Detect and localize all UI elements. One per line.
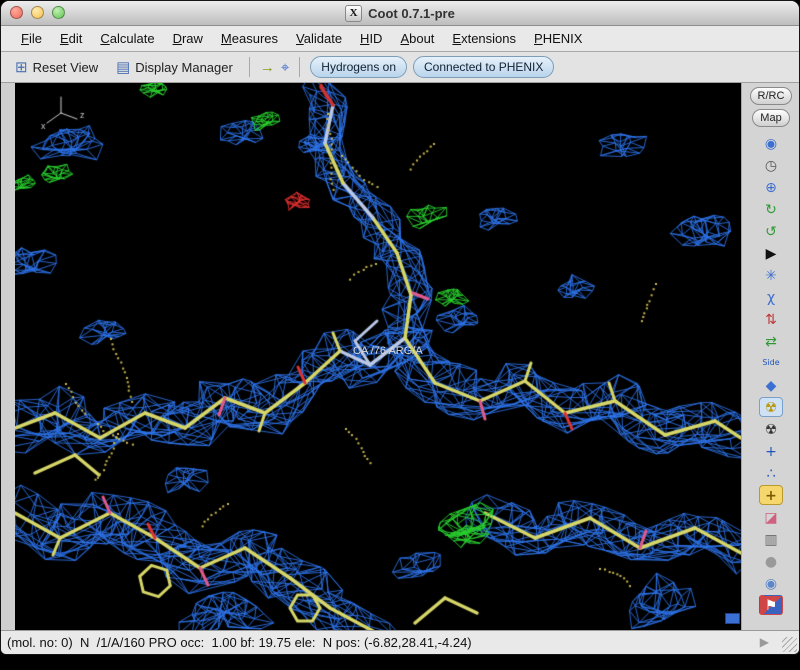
- centre-atom-icon[interactable]: ⊕: [759, 177, 783, 197]
- undo-icon[interactable]: ●: [759, 551, 783, 571]
- menu-about[interactable]: About: [392, 28, 442, 49]
- menu-edit[interactable]: Edit: [52, 28, 90, 49]
- window-controls: [10, 6, 65, 19]
- map-button[interactable]: Map: [752, 109, 790, 127]
- flip-peptide-icon[interactable]: ⇅: [759, 309, 783, 329]
- menu-extensions[interactable]: Extensions: [444, 28, 524, 49]
- view-orient-icon[interactable]: ◉: [759, 133, 783, 153]
- go-to-ligand-icon[interactable]: ⌖: [281, 60, 289, 75]
- menu-validate[interactable]: Validate: [288, 28, 350, 49]
- regularize-zone-icon[interactable]: ☢: [759, 419, 783, 439]
- toolbar-separator: [248, 57, 250, 77]
- run-script-icon[interactable]: ▶: [759, 243, 783, 263]
- screenshot-icon[interactable]: ⚑: [759, 595, 783, 615]
- real-space-refine-icon[interactable]: ☢: [759, 397, 783, 417]
- toolbar-separator-2: [299, 57, 301, 77]
- gl-canvas[interactable]: [15, 83, 741, 631]
- rrc-button[interactable]: R/RC: [749, 87, 793, 105]
- rotate-zone-icon[interactable]: ↻: [759, 199, 783, 219]
- scroll-nub[interactable]: [725, 613, 740, 624]
- phenix-connection-button[interactable]: Connected to PHENIX: [413, 56, 555, 78]
- status-bar: (mol. no: 0) N /1/A/160 PRO occ: 1.00 bf…: [1, 630, 799, 654]
- sphere-refine-icon[interactable]: ◉: [759, 573, 783, 593]
- add-terminal-residue-icon[interactable]: +: [759, 485, 783, 505]
- side-chain-180-icon[interactable]: Side: [759, 353, 783, 373]
- menu-calculate[interactable]: Calculate: [92, 28, 162, 49]
- resize-grip[interactable]: [782, 637, 797, 652]
- titlebar: X Coot 0.7.1-pre: [1, 1, 799, 26]
- display-manager-label: Display Manager: [135, 59, 233, 75]
- display-manager-button[interactable]: ▤ Display Manager: [110, 58, 239, 77]
- clock-timer-icon[interactable]: ◷: [759, 155, 783, 175]
- chi-angle-icon[interactable]: χ: [759, 287, 783, 307]
- status-play-icon[interactable]: ▶: [760, 635, 769, 649]
- close-button[interactable]: [10, 6, 23, 19]
- model-fit-refine-toolbar: ◉ ◷ ⊕ ↻ ↺ ▶ ✳ χ ⇅ ⇄ Side ◆ ☢ ☢ + ∴ + ◪ ▥…: [759, 133, 783, 615]
- menu-phenix[interactable]: PHENIX: [526, 28, 590, 49]
- minimize-button[interactable]: [31, 6, 44, 19]
- x11-icon: X: [345, 4, 363, 22]
- window-title-group: X Coot 0.7.1-pre: [345, 4, 455, 22]
- delete-item-icon[interactable]: ▥: [759, 529, 783, 549]
- menu-hid[interactable]: HID: [352, 28, 390, 49]
- window-title: Coot 0.7.1-pre: [368, 5, 455, 21]
- right-panel: R/RC Map ◉ ◷ ⊕ ↻ ↺ ▶ ✳ χ ⇅ ⇄ Side ◆ ☢ ☢ …: [741, 83, 799, 630]
- eraser-icon[interactable]: ◪: [759, 507, 783, 527]
- rotamer-icon[interactable]: ✳: [759, 265, 783, 285]
- gl-viewport: CA /76 ARG/A: [1, 83, 741, 631]
- hydrogens-toggle-button[interactable]: Hydrogens on: [310, 56, 407, 78]
- display-manager-icon: ▤: [116, 58, 131, 76]
- menu-bar: File Edit Calculate Draw Measures Valida…: [1, 26, 799, 52]
- status-text: (mol. no: 0) N /1/A/160 PRO occ: 1.00 bf…: [7, 635, 472, 650]
- toolbar: ⊞ Reset View ▤ Display Manager → ⌖ Hydro…: [1, 52, 799, 83]
- zoom-button[interactable]: [52, 6, 65, 19]
- torsion-general-icon[interactable]: ↺: [759, 221, 783, 241]
- mutate-residue-icon[interactable]: ◆: [759, 375, 783, 395]
- go-to-atom-icon[interactable]: →: [260, 60, 275, 75]
- reset-view-label: Reset View: [32, 59, 99, 75]
- menu-draw[interactable]: Draw: [165, 28, 211, 49]
- main-content: CA /76 ARG/A R/RC Map ◉ ◷ ⊕ ↻ ↺ ▶ ✳ χ ⇅ …: [1, 83, 799, 631]
- add-atom-icon[interactable]: +: [759, 441, 783, 461]
- reset-view-icon: ⊞: [15, 58, 28, 76]
- menu-file[interactable]: File: [13, 28, 50, 49]
- rot-trans-zone-icon[interactable]: ⇄: [759, 331, 783, 351]
- menu-measures[interactable]: Measures: [213, 28, 286, 49]
- coot-window: X Coot 0.7.1-pre File Edit Calculate Dra…: [0, 0, 800, 655]
- triple-refine-icon[interactable]: ∴: [759, 463, 783, 483]
- reset-view-button[interactable]: ⊞ Reset View: [9, 58, 104, 77]
